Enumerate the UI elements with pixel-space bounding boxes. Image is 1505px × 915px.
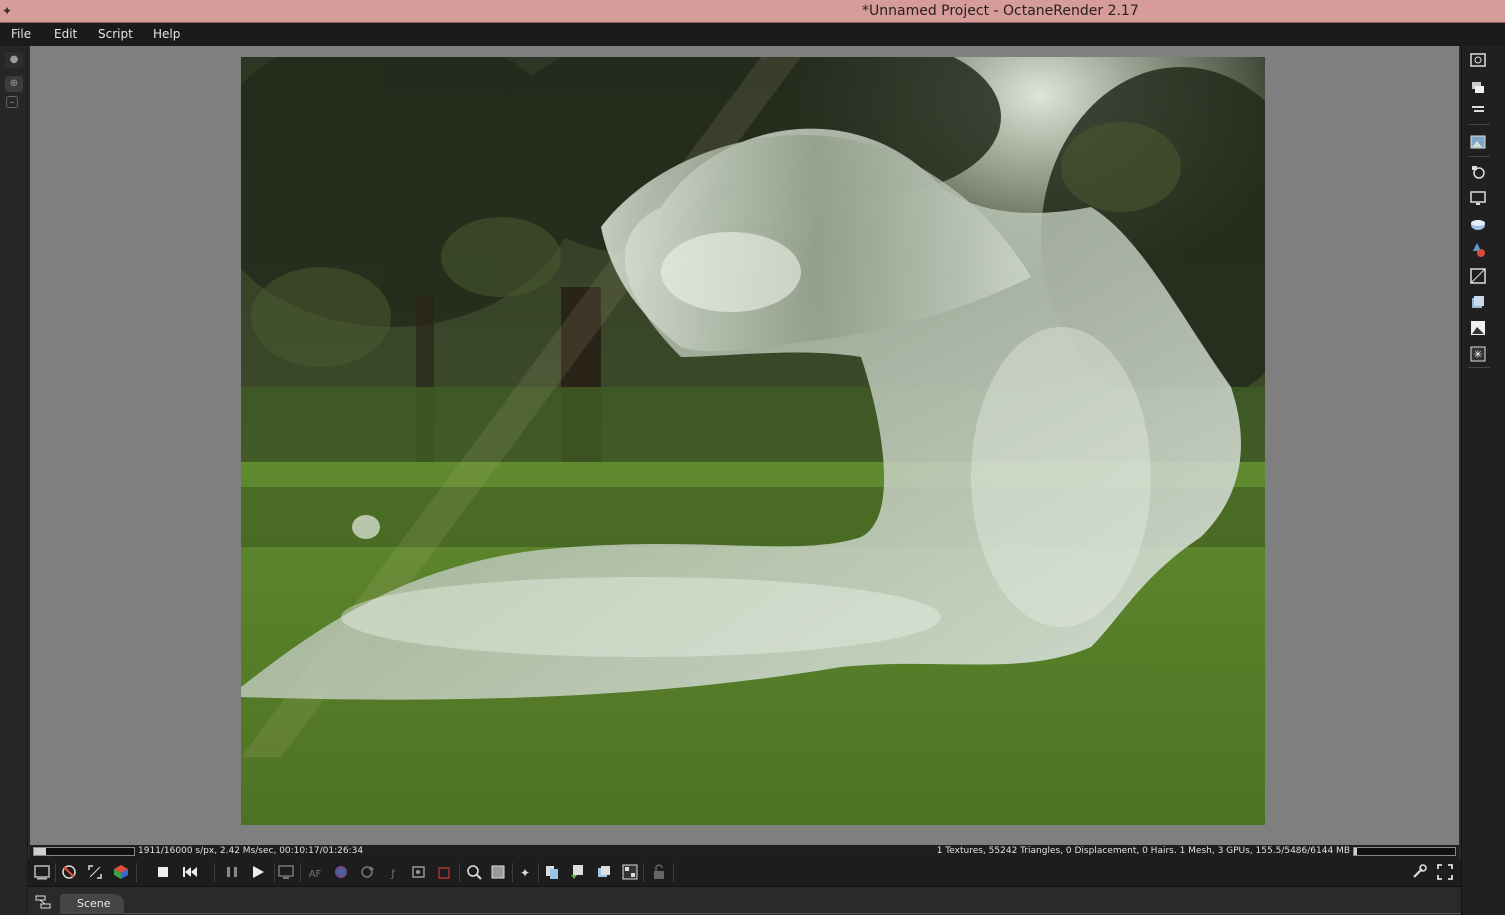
panel-divider — [1468, 124, 1490, 125]
render-progress-bar — [33, 847, 135, 856]
subsample-icon[interactable] — [621, 863, 639, 881]
svg-text:AF: AF — [309, 869, 322, 880]
zoom-icon[interactable]: ⊕ — [5, 76, 23, 92]
window-title: *Unnamed Project - OctaneRender 2.17 — [862, 3, 1139, 19]
left-tool-strip: ● ⊕ – — [0, 46, 28, 915]
fit-view-icon[interactable] — [86, 863, 104, 881]
paste-icon[interactable] — [569, 863, 587, 881]
scene-cube-icon[interactable] — [112, 863, 130, 881]
toolbar-divider — [538, 863, 539, 882]
pin-icon[interactable]: ● — [5, 52, 23, 68]
svg-text:✦: ✦ — [520, 866, 530, 880]
restart-icon[interactable] — [181, 863, 199, 881]
toolbar-divider — [459, 863, 460, 882]
geometry-icon[interactable] — [1469, 293, 1487, 311]
menu-script[interactable]: Script — [98, 27, 133, 41]
settings-wrench-icon[interactable] — [1410, 863, 1428, 881]
toolbar-divider — [673, 863, 674, 882]
start-icon[interactable] — [249, 863, 267, 881]
postprocess-icon[interactable]: ✳ — [1469, 345, 1487, 363]
af-icon[interactable]: AF — [306, 863, 324, 881]
render-output-image[interactable] — [241, 57, 1265, 825]
menu-help[interactable]: Help — [153, 27, 180, 41]
svg-text:ƒ: ƒ — [390, 869, 395, 880]
film-settings-icon[interactable] — [1469, 189, 1487, 207]
octane-window: ✦ *Unnamed Project - OctaneRender 2.17 F… — [0, 0, 1505, 915]
memory-usage-bar — [1353, 847, 1456, 856]
tab-scene[interactable]: Scene — [60, 894, 124, 914]
color-picker-icon[interactable] — [332, 863, 350, 881]
toolbar-divider — [512, 863, 513, 882]
region-render-icon[interactable] — [489, 863, 507, 881]
refresh-icon[interactable] — [358, 863, 376, 881]
render-toolbar: AF ƒ ✦ — [28, 859, 1461, 886]
toolbar-divider — [136, 863, 137, 882]
memory-usage-fill — [1354, 848, 1358, 855]
fullscreen-icon[interactable] — [1436, 863, 1454, 881]
image-icon[interactable] — [1469, 133, 1487, 151]
realtime-icon[interactable] — [277, 863, 295, 881]
status-bar: 1911/16000 s/px, 2.42 Ms/sec, 00:10:17/0… — [30, 845, 1459, 859]
toolbar-divider — [300, 863, 301, 882]
texture-icon[interactable] — [1469, 267, 1487, 285]
environment-icon[interactable] — [1469, 215, 1487, 233]
collapse-icon[interactable]: – — [6, 96, 18, 108]
white-balance-icon[interactable] — [410, 863, 428, 881]
panel-divider — [1468, 367, 1490, 368]
octane-app-icon[interactable]: ✦ — [2, 4, 16, 18]
outliner-icon[interactable] — [1469, 101, 1487, 119]
render-progress-fill — [34, 848, 46, 855]
imager-icon[interactable] — [1469, 319, 1487, 337]
clear-render-icon[interactable] — [60, 863, 78, 881]
render-viewport-icon[interactable] — [1469, 52, 1487, 70]
material-icon[interactable] — [1469, 241, 1487, 259]
material-picker-icon[interactable] — [436, 863, 454, 881]
graph-editor-tabbar: Scene — [28, 886, 1461, 915]
tab-underline — [124, 913, 1461, 914]
title-bar: ✦ *Unnamed Project - OctaneRender 2.17 — [0, 0, 1505, 23]
toolbar-divider — [55, 863, 56, 882]
focus-picker-icon[interactable]: ƒ — [384, 863, 402, 881]
menu-bar: File Edit Script Help — [0, 23, 1505, 46]
menu-edit[interactable]: Edit — [54, 27, 77, 41]
pause-icon[interactable] — [223, 863, 241, 881]
scene-stats-text: 1 Textures, 55242 Triangles, 0 Displacem… — [936, 846, 1350, 856]
toolbar-divider — [214, 863, 215, 882]
viewport-screenshot-icon[interactable] — [33, 863, 51, 881]
render-stats-text: 1911/16000 s/px, 2.42 Ms/sec, 00:10:17/0… — [138, 846, 364, 856]
render-viewport[interactable] — [30, 46, 1459, 845]
clay-mode-icon[interactable] — [595, 863, 613, 881]
toolbar-divider — [643, 863, 644, 882]
copy-icon[interactable] — [543, 863, 561, 881]
camera-target-icon[interactable] — [465, 863, 483, 881]
stop-icon[interactable] — [154, 863, 172, 881]
layers-icon[interactable] — [1469, 79, 1487, 97]
menu-file[interactable]: File — [11, 27, 31, 41]
svg-text:✳: ✳ — [1473, 348, 1482, 361]
lock-viewport-icon[interactable] — [650, 863, 668, 881]
panel-divider — [1468, 156, 1490, 157]
graph-editor-icon[interactable] — [33, 892, 53, 912]
film-region-icon[interactable]: ✦ — [516, 863, 534, 881]
right-tool-panel: ✳ — [1461, 46, 1505, 915]
toolbar-divider — [274, 863, 275, 882]
camera-settings-icon[interactable] — [1469, 163, 1487, 181]
